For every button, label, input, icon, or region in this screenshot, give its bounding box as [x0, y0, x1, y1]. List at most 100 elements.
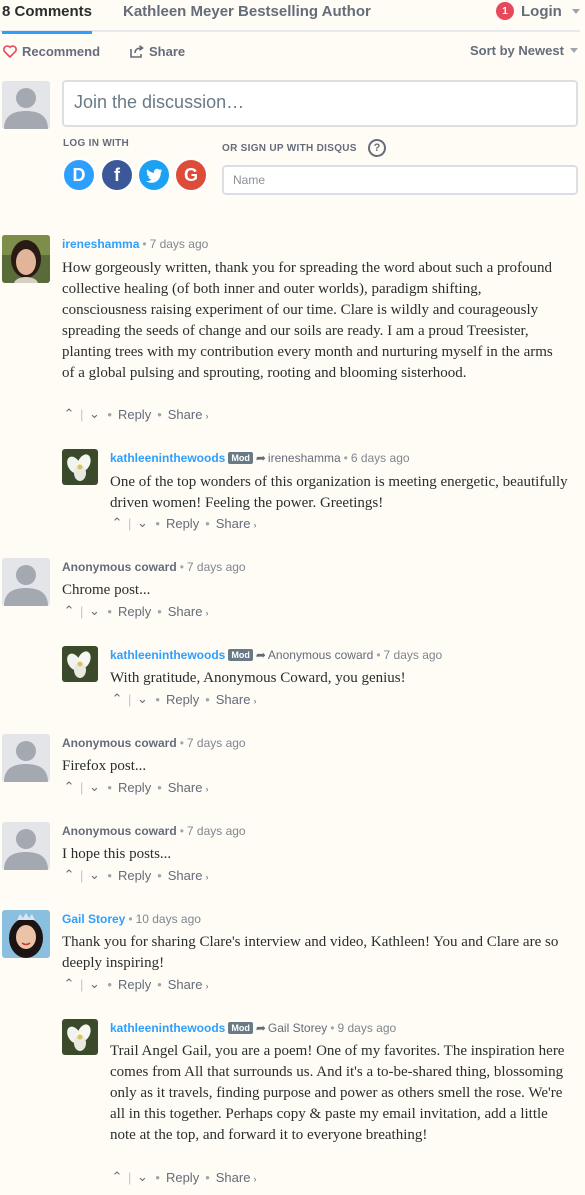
in-reply-to[interactable]: ireneshamma	[268, 451, 341, 465]
meta-separator: •	[179, 560, 184, 574]
comment-meta: Anonymous coward • 7 days ago	[62, 824, 246, 838]
meta-separator: •	[142, 237, 147, 251]
reply-button[interactable]: Reply	[118, 977, 151, 992]
avatar[interactable]	[2, 235, 50, 283]
comment-author[interactable]: Gail Storey	[62, 912, 125, 926]
upvote-icon[interactable]: ⌃	[110, 1169, 124, 1185]
comment-input[interactable]: Join the discussion…	[62, 80, 578, 127]
share-label: Share	[167, 603, 203, 619]
comment-meta: kathleeninthewoods Mod ➦ Anonymous coward • 7…	[110, 648, 442, 662]
downvote-icon[interactable]: ⌄	[135, 515, 149, 531]
share-label: Share	[167, 976, 203, 992]
share-comment-button[interactable]: Share ›	[216, 692, 257, 707]
login-label[interactable]: Login	[521, 3, 562, 20]
comment-time[interactable]: 9 days ago	[337, 1021, 396, 1035]
comment-author: Anonymous coward	[62, 560, 177, 574]
share-comment-button[interactable]: Share ›	[216, 516, 257, 531]
comment-meta: Anonymous coward • 7 days ago	[62, 560, 246, 574]
comment-time[interactable]: 7 days ago	[187, 736, 246, 750]
reply-button[interactable]: Reply	[118, 780, 151, 795]
share-label: Share	[149, 44, 186, 59]
notification-badge[interactable]: 1	[496, 2, 514, 20]
comment-author[interactable]: kathleeninthewoods	[110, 1021, 225, 1035]
help-icon[interactable]: ?	[368, 139, 386, 157]
downvote-icon[interactable]: ⌄	[135, 1169, 149, 1185]
upvote-icon[interactable]: ⌃	[62, 603, 76, 619]
moderator-badge: Mod	[228, 649, 253, 661]
avatar[interactable]	[62, 1019, 98, 1055]
vote-divider: |	[128, 691, 132, 707]
downvote-icon[interactable]: ⌄	[87, 406, 101, 422]
share-thread-button[interactable]: Share	[130, 44, 185, 59]
downvote-icon[interactable]: ⌄	[87, 867, 101, 883]
comment-time[interactable]: 6 days ago	[351, 451, 410, 465]
reply-button[interactable]: Reply	[118, 868, 151, 883]
in-reply-to[interactable]: Gail Storey	[268, 1021, 327, 1035]
upvote-icon[interactable]: ⌃	[62, 406, 76, 422]
name-field[interactable]: Name	[222, 165, 578, 195]
chevron-right-icon: ›	[205, 783, 209, 794]
twitter-login-icon[interactable]	[137, 158, 171, 192]
footer-separator: •	[157, 603, 162, 619]
avatar[interactable]	[62, 646, 98, 682]
disqus-login-icon[interactable]: D	[62, 158, 96, 192]
chevron-right-icon: ›	[253, 695, 257, 706]
downvote-icon[interactable]: ⌄	[135, 691, 149, 707]
upvote-icon[interactable]: ⌃	[62, 867, 76, 883]
chevron-right-icon: ›	[205, 980, 209, 991]
upvote-icon[interactable]: ⌃	[110, 691, 124, 707]
avatar[interactable]	[2, 558, 50, 606]
share-comment-button[interactable]: Share ›	[168, 604, 209, 619]
share-comment-button[interactable]: Share ›	[168, 868, 209, 883]
downvote-icon[interactable]: ⌄	[87, 603, 101, 619]
share-comment-button[interactable]: Share ›	[168, 780, 209, 795]
comment-footer: ⌃ | ⌄ • Reply • Share ›	[62, 406, 209, 422]
comment-time[interactable]: 7 days ago	[150, 237, 209, 251]
comment-author[interactable]: kathleeninthewoods	[110, 451, 225, 465]
in-reply-to[interactable]: Anonymous coward	[268, 648, 373, 662]
reply-arrow-icon: ➦	[255, 648, 266, 662]
comment-author[interactable]: ireneshamma	[62, 237, 139, 251]
user-placeholder-icon	[2, 822, 50, 870]
share-label: Share	[215, 691, 251, 707]
upvote-icon[interactable]: ⌃	[62, 976, 76, 992]
comment-time[interactable]: 7 days ago	[187, 560, 246, 574]
google-login-icon[interactable]: G	[174, 158, 208, 192]
moderator-badge: Mod	[228, 452, 253, 464]
reply-button[interactable]: Reply	[118, 407, 151, 422]
comment-time[interactable]: 7 days ago	[384, 648, 443, 662]
comment-body: Trail Angel Gail, you are a poem! One of…	[110, 1043, 565, 1143]
avatar[interactable]	[2, 822, 50, 870]
reply-button[interactable]: Reply	[166, 1170, 199, 1185]
upvote-icon[interactable]: ⌃	[62, 779, 76, 795]
login-menu[interactable]: 1 Login	[496, 2, 580, 20]
vote-divider: |	[128, 1169, 132, 1185]
share-comment-button[interactable]: Share ›	[168, 407, 209, 422]
tab-comments[interactable]: 8 Comments	[2, 3, 93, 34]
vote-divider: |	[128, 515, 132, 531]
comment-body: Chrome post...	[62, 582, 151, 598]
recommend-button[interactable]: Recommend	[3, 44, 100, 59]
reply-button[interactable]: Reply	[166, 692, 199, 707]
share-comment-button[interactable]: Share ›	[216, 1170, 257, 1185]
reply-button[interactable]: Reply	[118, 604, 151, 619]
avatar[interactable]	[2, 734, 50, 782]
avatar[interactable]	[62, 449, 98, 485]
chevron-right-icon: ›	[253, 1173, 257, 1184]
upvote-icon[interactable]: ⌃	[110, 515, 124, 531]
comment-time[interactable]: 7 days ago	[187, 824, 246, 838]
tab-community[interactable]: Kathleen Meyer Bestselling Author	[123, 3, 371, 20]
user-photo-icon	[2, 235, 50, 283]
avatar[interactable]	[2, 910, 50, 958]
comment-author[interactable]: kathleeninthewoods	[110, 648, 225, 662]
facebook-login-icon[interactable]: f	[100, 158, 134, 192]
comment-footer: ⌃ | ⌄ • Reply • Share ›	[62, 976, 209, 992]
share-comment-button[interactable]: Share ›	[168, 977, 209, 992]
downvote-icon[interactable]: ⌄	[87, 779, 101, 795]
comment-time[interactable]: 10 days ago	[136, 912, 201, 926]
chevron-down-icon[interactable]	[571, 8, 580, 14]
downvote-icon[interactable]: ⌄	[87, 976, 101, 992]
sort-dropdown[interactable]: Sort by Newest	[470, 43, 578, 58]
reply-button[interactable]: Reply	[166, 516, 199, 531]
comment-body: Firefox post...	[62, 758, 147, 774]
